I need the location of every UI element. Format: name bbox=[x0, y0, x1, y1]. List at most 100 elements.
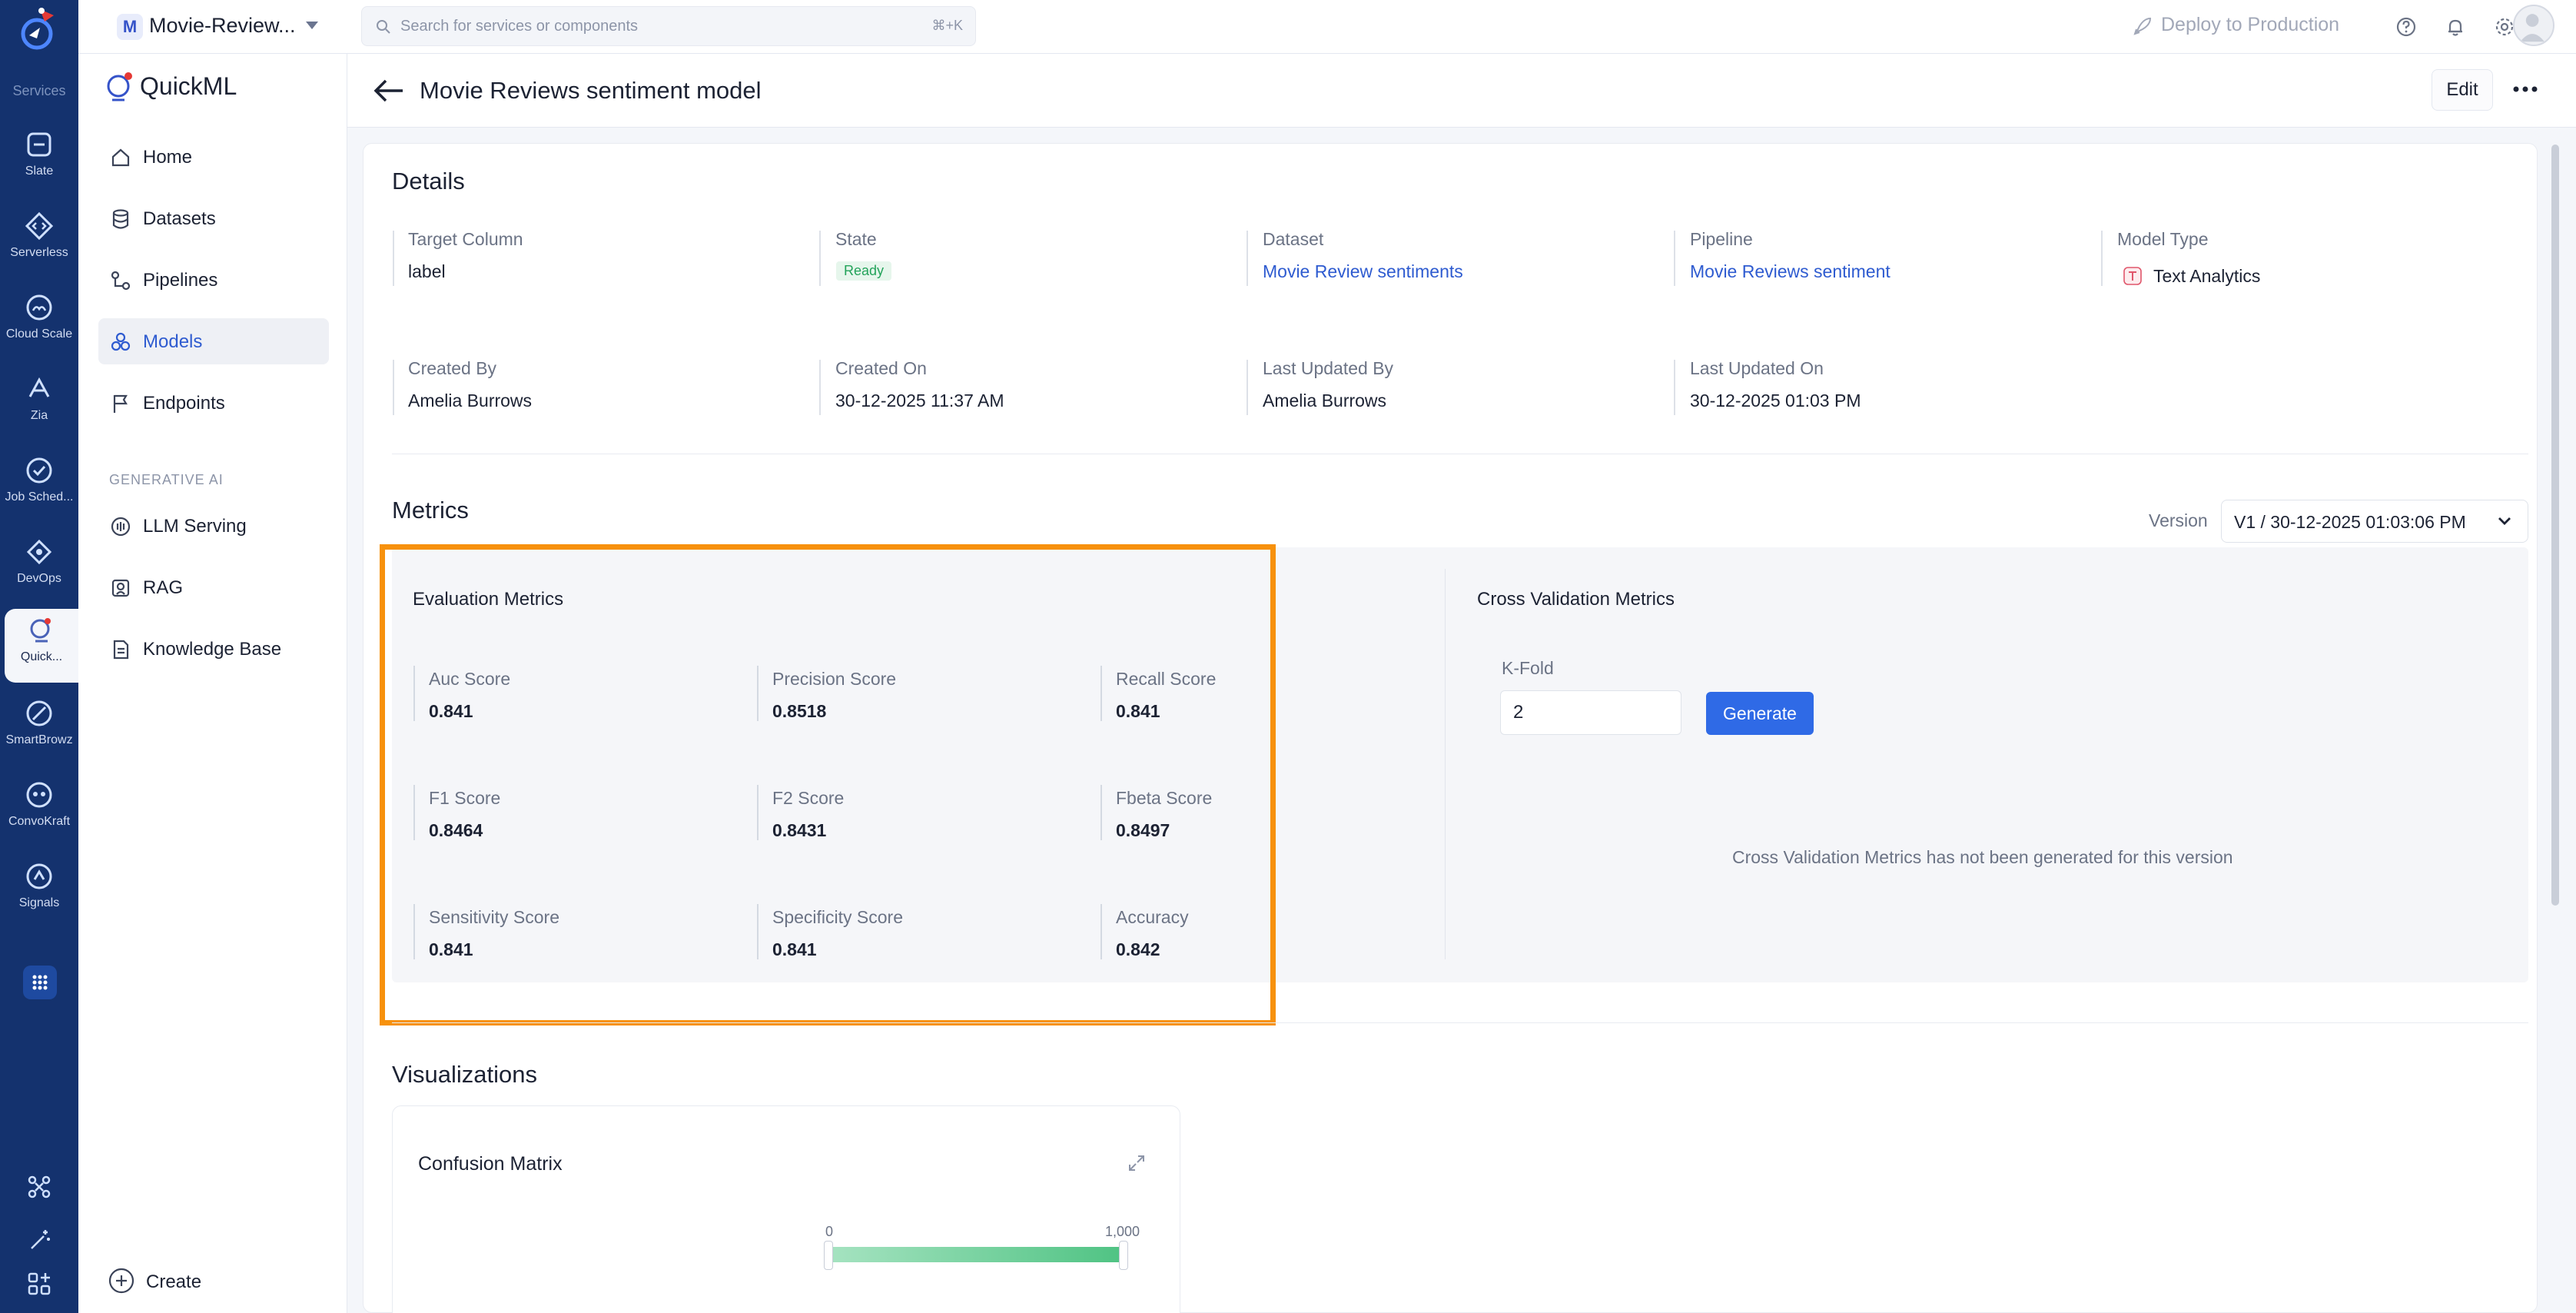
rail-item-devops[interactable]: DevOps bbox=[5, 530, 74, 604]
sidebar-item-home[interactable]: Home bbox=[98, 134, 329, 180]
field-divider bbox=[1247, 231, 1248, 286]
metrics-title: Metrics bbox=[392, 497, 469, 524]
pipeline-link[interactable]: Movie Reviews sentiment bbox=[1690, 261, 1891, 282]
range-min-label: 0 bbox=[825, 1224, 834, 1239]
catalyst-logo-icon[interactable] bbox=[14, 5, 63, 54]
range-max-handle[interactable] bbox=[1119, 1241, 1128, 1270]
sidebar-item-rag[interactable]: RAG bbox=[98, 564, 329, 610]
field-divider bbox=[1674, 231, 1675, 286]
created-on-label: Created On bbox=[835, 358, 927, 378]
version-select[interactable]: V1 / 30-12-2025 01:03:06 PM bbox=[2221, 500, 2528, 543]
devops-icon bbox=[26, 539, 52, 565]
expand-icon[interactable] bbox=[1127, 1153, 1147, 1173]
field-divider bbox=[2101, 231, 2103, 286]
rail-item-serverless[interactable]: Serverless bbox=[5, 204, 74, 278]
zia-icon bbox=[28, 377, 50, 397]
sidebar-item-label: Knowledge Base bbox=[143, 639, 282, 660]
created-by-label: Created By bbox=[408, 358, 497, 378]
field-divider bbox=[819, 360, 821, 415]
pipeline-label: Pipeline bbox=[1690, 229, 1753, 249]
sidebar-item-label: RAG bbox=[143, 577, 184, 598]
target-column-value: label bbox=[408, 261, 446, 281]
user-icon bbox=[2520, 14, 2544, 42]
cloud-scale-icon bbox=[26, 294, 52, 321]
services-label: Services bbox=[12, 83, 66, 98]
slate-icon bbox=[27, 132, 51, 157]
help-icon[interactable] bbox=[2395, 15, 2418, 38]
home-icon bbox=[111, 148, 130, 167]
rail-item-label: Signals bbox=[18, 896, 60, 909]
rail-item-convokraft[interactable]: ConvoKraft bbox=[5, 773, 74, 847]
range-max-label: 1,000 bbox=[1105, 1224, 1140, 1239]
deploy-to-production-button[interactable]: Deploy to Production bbox=[2161, 14, 2339, 36]
vertical-scrollbar[interactable] bbox=[2551, 145, 2559, 906]
user-avatar[interactable] bbox=[2513, 5, 2554, 46]
section-divider bbox=[392, 1022, 2528, 1023]
create-button[interactable]: Create bbox=[146, 1271, 201, 1293]
rail-item-label: Cloud Scale bbox=[5, 327, 73, 341]
sidebar-item-label: LLM Serving bbox=[143, 516, 247, 537]
rail-item-smartbrowz[interactable]: SmartBrowz bbox=[5, 692, 74, 766]
details-title: Details bbox=[392, 168, 465, 194]
search-placeholder: Search for services or components bbox=[400, 18, 639, 35]
quickml-logo-icon bbox=[107, 72, 132, 101]
all-services-button[interactable] bbox=[23, 966, 57, 999]
project-switcher[interactable]: Movie-Review... bbox=[149, 14, 296, 38]
rail-item-slate[interactable]: Slate bbox=[5, 123, 74, 197]
sidebar-item-label: Models bbox=[143, 331, 203, 352]
widgets-icon[interactable] bbox=[25, 1270, 53, 1298]
panel-divider bbox=[1445, 569, 1446, 959]
sidebar-item-endpoints[interactable]: Endpoints bbox=[98, 380, 329, 426]
target-column-label: Target Column bbox=[408, 229, 523, 249]
project-avatar[interactable]: M bbox=[117, 14, 143, 40]
sidebar-item-models[interactable]: Models bbox=[98, 318, 329, 364]
kfold-input[interactable] bbox=[1500, 690, 1681, 735]
magic-wand-icon[interactable] bbox=[25, 1227, 53, 1255]
global-search[interactable]: Search for services or components ⌘+K bbox=[361, 6, 976, 46]
chevron-down-icon bbox=[2498, 517, 2511, 525]
edit-button[interactable]: Edit bbox=[2432, 69, 2493, 111]
database-icon bbox=[112, 209, 129, 229]
search-icon bbox=[377, 20, 390, 34]
version-label: Version bbox=[2149, 510, 2208, 530]
rail-item-label: Quick... bbox=[20, 650, 63, 663]
rail-item-cloud-scale[interactable]: Cloud Scale bbox=[5, 286, 74, 360]
generate-button[interactable]: Generate bbox=[1706, 692, 1814, 735]
sidebar-item-knowledge-base[interactable]: Knowledge Base bbox=[98, 626, 329, 672]
plus-circle-icon[interactable] bbox=[108, 1267, 135, 1295]
field-divider bbox=[819, 231, 821, 286]
evaluation-metrics-highlight bbox=[380, 544, 1276, 1025]
rail-item-signals[interactable]: Signals bbox=[5, 855, 74, 929]
visualizations-title: Visualizations bbox=[392, 1061, 537, 1088]
rail-item-quickml[interactable]: Quick... bbox=[5, 609, 78, 683]
pipeline-icon bbox=[111, 271, 131, 291]
field-divider bbox=[1247, 360, 1248, 415]
top-bar: M Movie-Review... Search for services or… bbox=[78, 0, 2576, 54]
rocket-icon bbox=[2133, 17, 2152, 35]
text-analytics-icon bbox=[2123, 267, 2142, 285]
last-updated-on-value: 30-12-2025 01:03 PM bbox=[1690, 391, 1861, 411]
rail-item-zia[interactable]: Zia bbox=[5, 367, 74, 441]
integrations-icon[interactable] bbox=[25, 1173, 53, 1201]
arrow-left-icon[interactable] bbox=[372, 77, 406, 105]
search-shortcut: ⌘+K bbox=[931, 18, 963, 33]
job-scheduler-icon bbox=[26, 457, 52, 484]
dataset-label: Dataset bbox=[1263, 229, 1324, 249]
rail-item-job-scheduler[interactable]: Job Sched... bbox=[5, 449, 74, 523]
confusion-matrix-title: Confusion Matrix bbox=[418, 1153, 563, 1175]
smartbrowz-icon bbox=[26, 700, 52, 726]
bell-icon[interactable] bbox=[2444, 15, 2467, 38]
document-icon bbox=[113, 640, 129, 660]
model-type-label: Model Type bbox=[2117, 229, 2209, 249]
dataset-link[interactable]: Movie Review sentiments bbox=[1263, 261, 1463, 282]
more-options-icon[interactable] bbox=[2507, 74, 2544, 105]
quickml-icon bbox=[30, 618, 51, 643]
sidebar-item-datasets[interactable]: Datasets bbox=[98, 195, 329, 241]
model-type-value: Text Analytics bbox=[2153, 266, 2261, 286]
version-select-value: V1 / 30-12-2025 01:03:06 PM bbox=[2234, 512, 2466, 532]
rail-item-label: SmartBrowz bbox=[5, 733, 73, 746]
sidebar-item-llm-serving[interactable]: LLM Serving bbox=[98, 503, 329, 549]
range-min-handle[interactable] bbox=[824, 1241, 833, 1270]
sidebar-item-pipelines[interactable]: Pipelines bbox=[98, 257, 329, 303]
chevron-down-icon[interactable] bbox=[306, 22, 318, 29]
